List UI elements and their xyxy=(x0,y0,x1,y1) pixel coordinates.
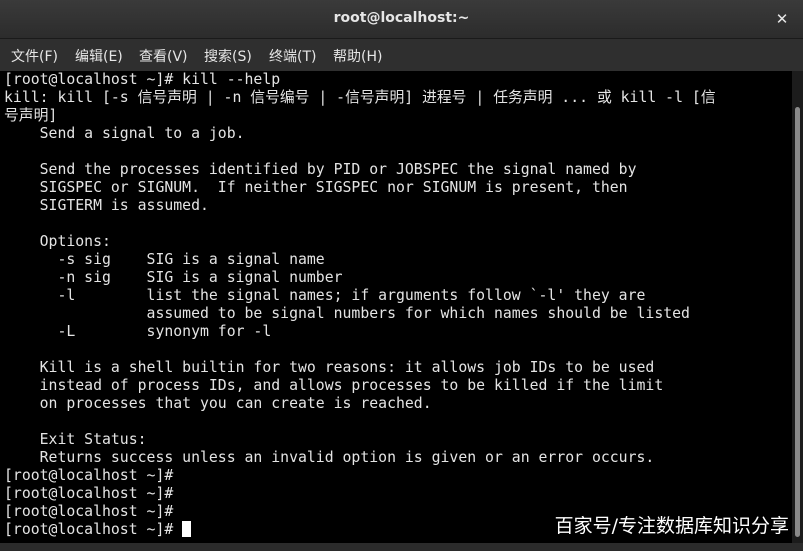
terminal-window: root@localhost:~ ✕ 文件(F) 编辑(E) 查看(V) 搜索(… xyxy=(0,0,803,551)
terminal-line: SIGSPEC or SIGNUM. If neither SIGSPEC no… xyxy=(4,179,628,196)
menu-edit[interactable]: 编辑(E) xyxy=(75,46,123,66)
terminal-line: Send the processes identified by PID or … xyxy=(4,161,637,178)
terminal-line: Exit Status: xyxy=(4,431,147,448)
terminal-line: -L synonym for -l xyxy=(4,323,272,340)
terminal-line: Options: xyxy=(4,233,111,250)
terminal-line: kill: kill [-s 信号声明 | -n 信号编号 | -信号声明] 进… xyxy=(4,89,716,106)
terminal-output[interactable]: [root@localhost ~]# kill --help kill: ki… xyxy=(0,71,792,543)
window-bottom-border xyxy=(0,543,803,551)
terminal-line: [root@localhost ~]# kill --help xyxy=(4,71,281,88)
terminal-line: 号声明] xyxy=(4,107,58,124)
terminal-line: -s sig SIG is a signal name xyxy=(4,251,325,268)
terminal-line: Kill is a shell builtin for two reasons:… xyxy=(4,359,655,376)
terminal-text: [root@localhost ~]# kill --help kill: ki… xyxy=(4,71,790,539)
menu-search[interactable]: 搜索(S) xyxy=(204,46,252,66)
terminal-line: instead of process IDs, and allows proce… xyxy=(4,377,664,394)
menu-help[interactable]: 帮助(H) xyxy=(333,46,382,66)
terminal-line: -n sig SIG is a signal number xyxy=(4,269,343,286)
scrollbar-thumb[interactable] xyxy=(795,107,800,537)
close-icon: ✕ xyxy=(775,10,789,28)
terminal-line: SIGTERM is assumed. xyxy=(4,197,209,214)
menu-bar: 文件(F) 编辑(E) 查看(V) 搜索(S) 终端(T) 帮助(H) xyxy=(0,39,803,72)
text-cursor xyxy=(182,521,192,537)
terminal-line: Returns success unless an invalid option… xyxy=(4,449,655,466)
watermark-text: 百家号/专注数据库知识分享 xyxy=(554,515,789,537)
close-button[interactable]: ✕ xyxy=(771,8,793,30)
terminal-line: [root@localhost ~]# xyxy=(4,485,174,502)
terminal-line: on processes that you can create is reac… xyxy=(4,395,432,412)
menu-terminal[interactable]: 终端(T) xyxy=(269,46,316,66)
vertical-scrollbar[interactable] xyxy=(792,71,803,543)
terminal-line: assumed to be signal numbers for which n… xyxy=(4,305,690,322)
menu-file[interactable]: 文件(F) xyxy=(11,46,58,66)
window-title: root@localhost:~ xyxy=(333,10,470,26)
terminal-prompt: [root@localhost ~]# xyxy=(4,521,174,538)
title-bar[interactable]: root@localhost:~ ✕ xyxy=(0,0,803,39)
terminal-line: -l list the signal names; if arguments f… xyxy=(4,287,646,304)
menu-view[interactable]: 查看(V) xyxy=(139,46,188,66)
terminal-line: [root@localhost ~]# xyxy=(4,467,174,484)
terminal-line: Send a signal to a job. xyxy=(4,125,245,142)
